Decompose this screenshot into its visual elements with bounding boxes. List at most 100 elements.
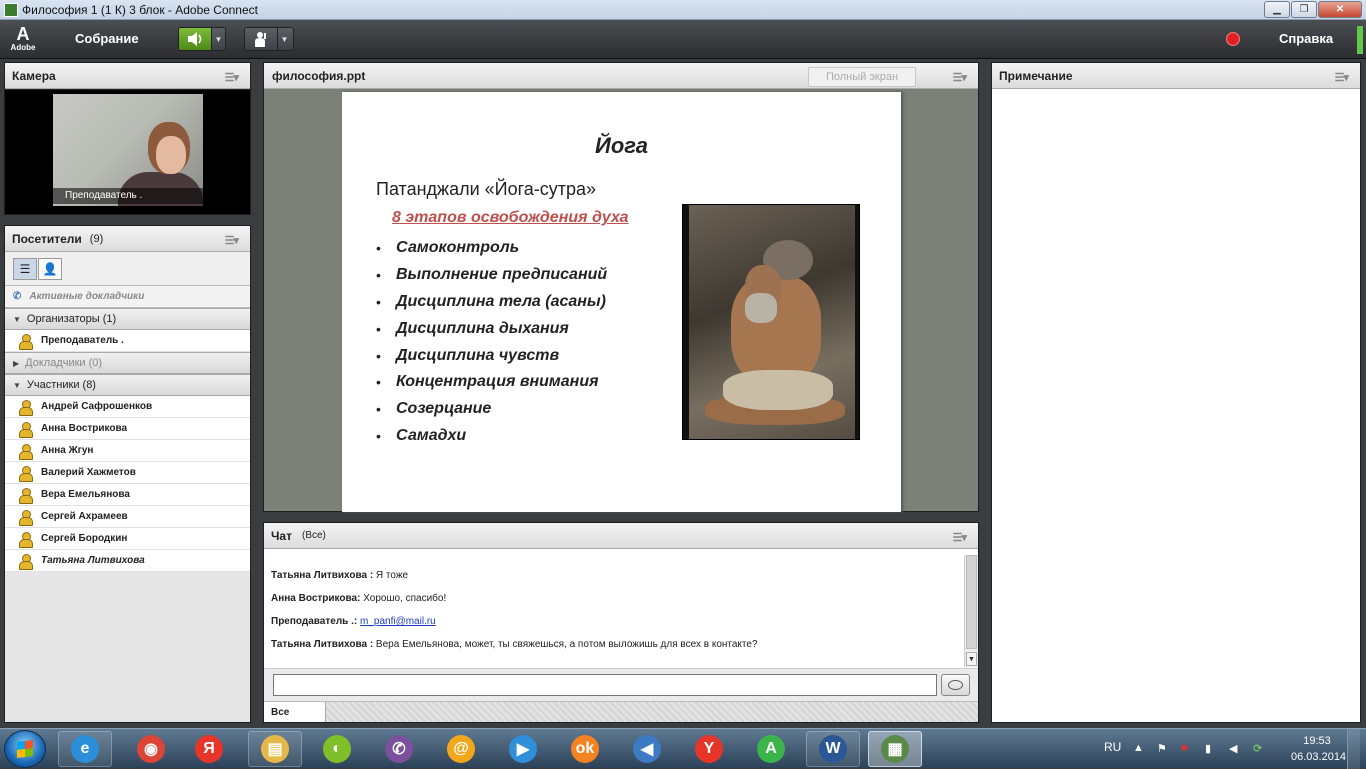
slide-bullet-list: • Самоконтроль • Выполнение предписаний • Дис… (376, 235, 607, 449)
speaker-dropdown-icon[interactable]: ▼ (211, 28, 225, 50)
taskbar-app-volume-app[interactable]: ◀ (620, 731, 674, 767)
slide-bullet-item: • Дисциплина чувств (376, 342, 607, 369)
taskbar-app-internet-explorer[interactable]: e (58, 731, 112, 767)
clock-date[interactable]: 06.03.2014 (1291, 751, 1346, 763)
user-icon (19, 399, 33, 416)
taskbar: e ◉ Я ▤ ◐ ✆ @ ▶ ok ◀ Y A W ▦ RU ▲ ⚑ ■ ▮ ◀ ⟳ 19:53 06.… (0, 728, 1366, 769)
recording-indicator-icon[interactable] (1226, 32, 1240, 46)
pod-menu-icon[interactable]: ☰▾ (953, 71, 967, 84)
attendee-row[interactable]: Анна Вострикова (5, 418, 250, 440)
attendee-group-label: Организаторы (1) (26, 313, 117, 325)
chat-email-link[interactable]: m_panfi@mail.ru (360, 616, 436, 627)
list-view-icon[interactable]: ☰ (13, 258, 37, 280)
app-icon (4, 2, 18, 17)
language-indicator[interactable]: RU (1104, 740, 1121, 754)
camera-pod: Камера ☰▾ Преподаватель . (4, 62, 251, 215)
raise-hand-icon[interactable] (245, 28, 277, 50)
status-button[interactable]: ▼ (244, 27, 294, 51)
attendee-row[interactable]: Андрей Сафрошенков (5, 396, 250, 418)
video-label: Преподаватель . (53, 188, 203, 204)
chat-tab-all[interactable]: Все (264, 702, 326, 722)
taskbar-app-mail-agent[interactable]: @ (434, 731, 488, 767)
speaker-icon[interactable] (179, 28, 211, 50)
start-button[interactable] (4, 730, 46, 768)
taskbar-app-media-player[interactable]: ▶ (496, 731, 550, 767)
clock-time[interactable]: 19:53 (1297, 735, 1337, 747)
attendee-row[interactable]: Преподаватель . (5, 330, 250, 352)
chat-scrollbar[interactable]: ▼ (964, 555, 978, 667)
pod-menu-icon[interactable]: ☰▾ (225, 71, 239, 84)
volume-icon[interactable]: ◀ (1229, 742, 1243, 756)
expand-right-icon[interactable]: ▶ (13, 359, 19, 368)
speaker-button[interactable]: ▼ (178, 27, 226, 51)
chat-tabs: Все (264, 701, 978, 722)
slide-bullet-item: • Выполнение предписаний (376, 262, 607, 289)
media-player-icon: ▶ (509, 735, 537, 763)
bullet-mark: • (376, 320, 381, 337)
taskbar-app-yandex[interactable]: Y (682, 731, 736, 767)
attendee-row[interactable]: Татьяна Литвихова (5, 550, 250, 572)
notes-pod-header: Примечание ☰▾ (992, 63, 1360, 89)
chevron-up-icon[interactable]: ▲ (1133, 742, 1147, 756)
attendee-row[interactable]: Сергей Ахрамеев (5, 506, 250, 528)
help-menu[interactable]: Справка (1279, 31, 1333, 46)
network-icon[interactable]: ▮ (1205, 742, 1219, 756)
attendee-row[interactable]: Сергей Бородкин (5, 528, 250, 550)
status-dropdown-icon[interactable]: ▼ (277, 28, 291, 50)
share-pod-header: философия.ppt Полный экран ☰▾ (264, 63, 978, 89)
expand-down-icon[interactable]: ▼ (13, 315, 21, 324)
share-pod: философия.ppt Полный экран ☰▾ Йога Патан… (263, 62, 979, 512)
attendee-group-header[interactable]: ▼ Участники (8) (5, 374, 250, 396)
scroll-down-icon[interactable]: ▼ (966, 652, 977, 666)
user-icon (19, 509, 33, 526)
pod-menu-icon[interactable]: ☰▾ (225, 234, 239, 247)
expand-down-icon[interactable]: ▼ (13, 381, 21, 390)
attendee-name: Сергей Ахрамеев (41, 511, 128, 522)
taskbar-app-viber[interactable]: ✆ (372, 731, 426, 767)
attendee-group-header[interactable]: ▼ Организаторы (1) (5, 308, 250, 330)
attendee-name: Андрей Сафрошенков (41, 401, 153, 412)
photo-cloth (723, 370, 833, 410)
attendee-name: Преподаватель . (41, 335, 124, 346)
taskbar-app-green-app[interactable]: ◐ (310, 731, 364, 767)
taskbar-app-adobe-connect[interactable]: ▦ (868, 731, 922, 767)
close-button[interactable]: ✕ (1318, 1, 1362, 18)
taskbar-app-green-a-app[interactable]: A (744, 731, 798, 767)
connection-signal-icon (1357, 26, 1363, 54)
pod-menu-icon[interactable]: ☰▾ (953, 531, 967, 544)
chat-input[interactable] (273, 674, 937, 696)
attendee-row[interactable]: Вера Емельянова (5, 484, 250, 506)
chat-scroll-thumb[interactable] (966, 555, 977, 649)
flag-icon[interactable]: ⚑ (1157, 742, 1171, 756)
chat-message: Татьяна Литвихова : Я тоже (271, 570, 957, 593)
attendee-group-header[interactable]: ▶ Докладчики (0) (5, 352, 250, 374)
sync-icon[interactable]: ⟳ (1253, 742, 1267, 756)
presentation-slide: Йога Патанджали «Йога-сутра» 8 этапов ос… (342, 92, 901, 512)
attendee-name: Вера Емельянова (41, 489, 130, 500)
attendee-row[interactable]: Валерий Хажметов (5, 462, 250, 484)
phone-icon: ✆ (13, 291, 22, 302)
taskbar-app-word[interactable]: W (806, 731, 860, 767)
show-desktop-button[interactable] (1347, 729, 1360, 769)
taskbar-app-odnoklassniki[interactable]: ok (558, 731, 612, 767)
slide-bullet-text: Созерцание (396, 400, 492, 418)
slide-bullet-text: Дисциплина дыхания (396, 319, 569, 337)
taskbar-app-yandex-browser[interactable]: Я (182, 731, 236, 767)
fullscreen-button[interactable]: Полный экран (808, 67, 916, 87)
bullet-mark: • (376, 401, 381, 418)
maximize-button[interactable]: ❐ (1291, 1, 1317, 18)
chat-send-button[interactable] (941, 674, 970, 696)
camera-pod-header: Камера ☰▾ (5, 63, 250, 89)
antivirus-icon[interactable]: ■ (1181, 742, 1195, 756)
pod-menu-icon[interactable]: ☰▾ (1335, 71, 1349, 84)
attendee-row[interactable]: Анна Жгун (5, 440, 250, 462)
taskbar-app-chrome[interactable]: ◉ (124, 731, 178, 767)
minimize-button[interactable]: ▁ (1264, 1, 1290, 18)
taskbar-app-file-explorer[interactable]: ▤ (248, 731, 302, 767)
bullet-mark: • (376, 427, 381, 444)
meeting-menu[interactable]: Собрание (75, 31, 139, 46)
adobe-logo: A Adobe (8, 25, 38, 55)
adobe-logo-word: Adobe (10, 43, 36, 52)
window-title: Философия 1 (1 К) 3 блок - Adobe Connect (22, 2, 258, 17)
detail-view-icon[interactable]: 👤 (38, 258, 62, 280)
